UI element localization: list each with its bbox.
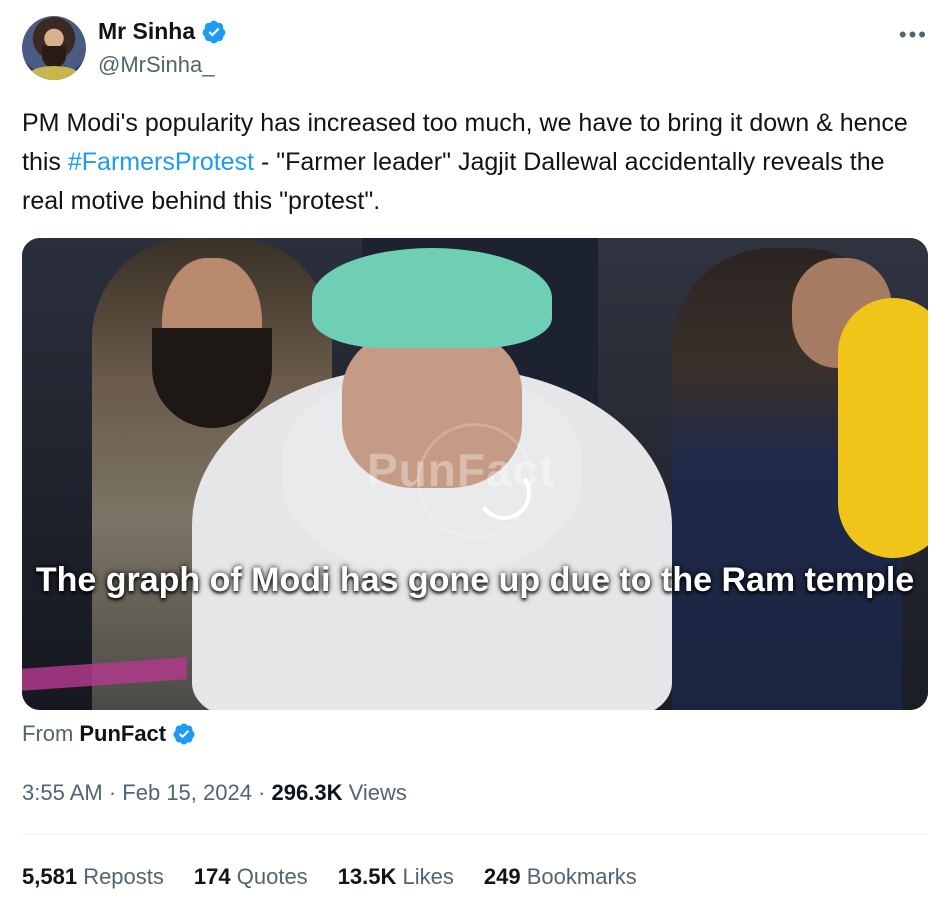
author-name-row[interactable]: Mr Sinha (98, 18, 227, 45)
yellow-turban (838, 298, 928, 558)
tweet-text: PM Modi's popularity has increased too m… (22, 104, 932, 221)
bookmarks-stat[interactable]: 249 Bookmarks (484, 864, 637, 890)
more-options-icon[interactable]: ••• (899, 22, 928, 48)
verified-badge-icon (202, 20, 226, 43)
reposts-stat[interactable]: 5,581 Reposts (22, 864, 164, 890)
bookmarks-count: 249 (483, 864, 521, 889)
hashtag-link[interactable]: #FarmersProtest (68, 148, 254, 176)
avatar-beard (42, 46, 66, 68)
source-name[interactable]: PunFact (79, 721, 166, 747)
reposts-count: 5,581 (22, 864, 78, 889)
tweet-time[interactable]: 3:55 AM (22, 780, 103, 805)
tweet-date[interactable]: Feb 15, 2024 (122, 780, 252, 805)
quotes-stat[interactable]: 174 Quotes (194, 864, 308, 890)
green-turban (312, 248, 552, 348)
bookmarks-label: Bookmarks (526, 864, 637, 889)
likes-label: Likes (402, 864, 454, 889)
video-player[interactable]: PunFact The graph of Modi has gone up du… (22, 238, 928, 710)
meta-separator: · (258, 780, 266, 805)
source-attribution: From PunFact (22, 721, 196, 747)
avatar-shirt (28, 66, 80, 80)
source-verified-badge-icon (173, 723, 195, 745)
reposts-label: Reposts (83, 864, 164, 889)
author-avatar[interactable] (22, 16, 86, 80)
source-prefix: From (22, 721, 74, 746)
meta-separator: · (108, 780, 117, 805)
views-label: Views (348, 780, 407, 805)
quotes-count: 174 (193, 864, 231, 889)
quotes-label: Quotes (236, 864, 308, 889)
likes-stat[interactable]: 13.5K Likes (338, 864, 454, 890)
divider (22, 834, 928, 835)
tweet-meta: 3:55 AM · Feb 15, 2024 · 296.3K Views (22, 780, 407, 806)
author-name[interactable]: Mr Sinha (98, 18, 195, 45)
engagement-stats: 5,581 Reposts 174 Quotes 13.5K Likes 249… (22, 864, 637, 890)
likes-count: 13.5K (337, 864, 397, 889)
views-count: 296.3K (271, 780, 343, 805)
video-caption: The graph of Modi has gone up due to the… (35, 561, 915, 599)
author-handle[interactable]: @MrSinha_ (98, 52, 215, 78)
